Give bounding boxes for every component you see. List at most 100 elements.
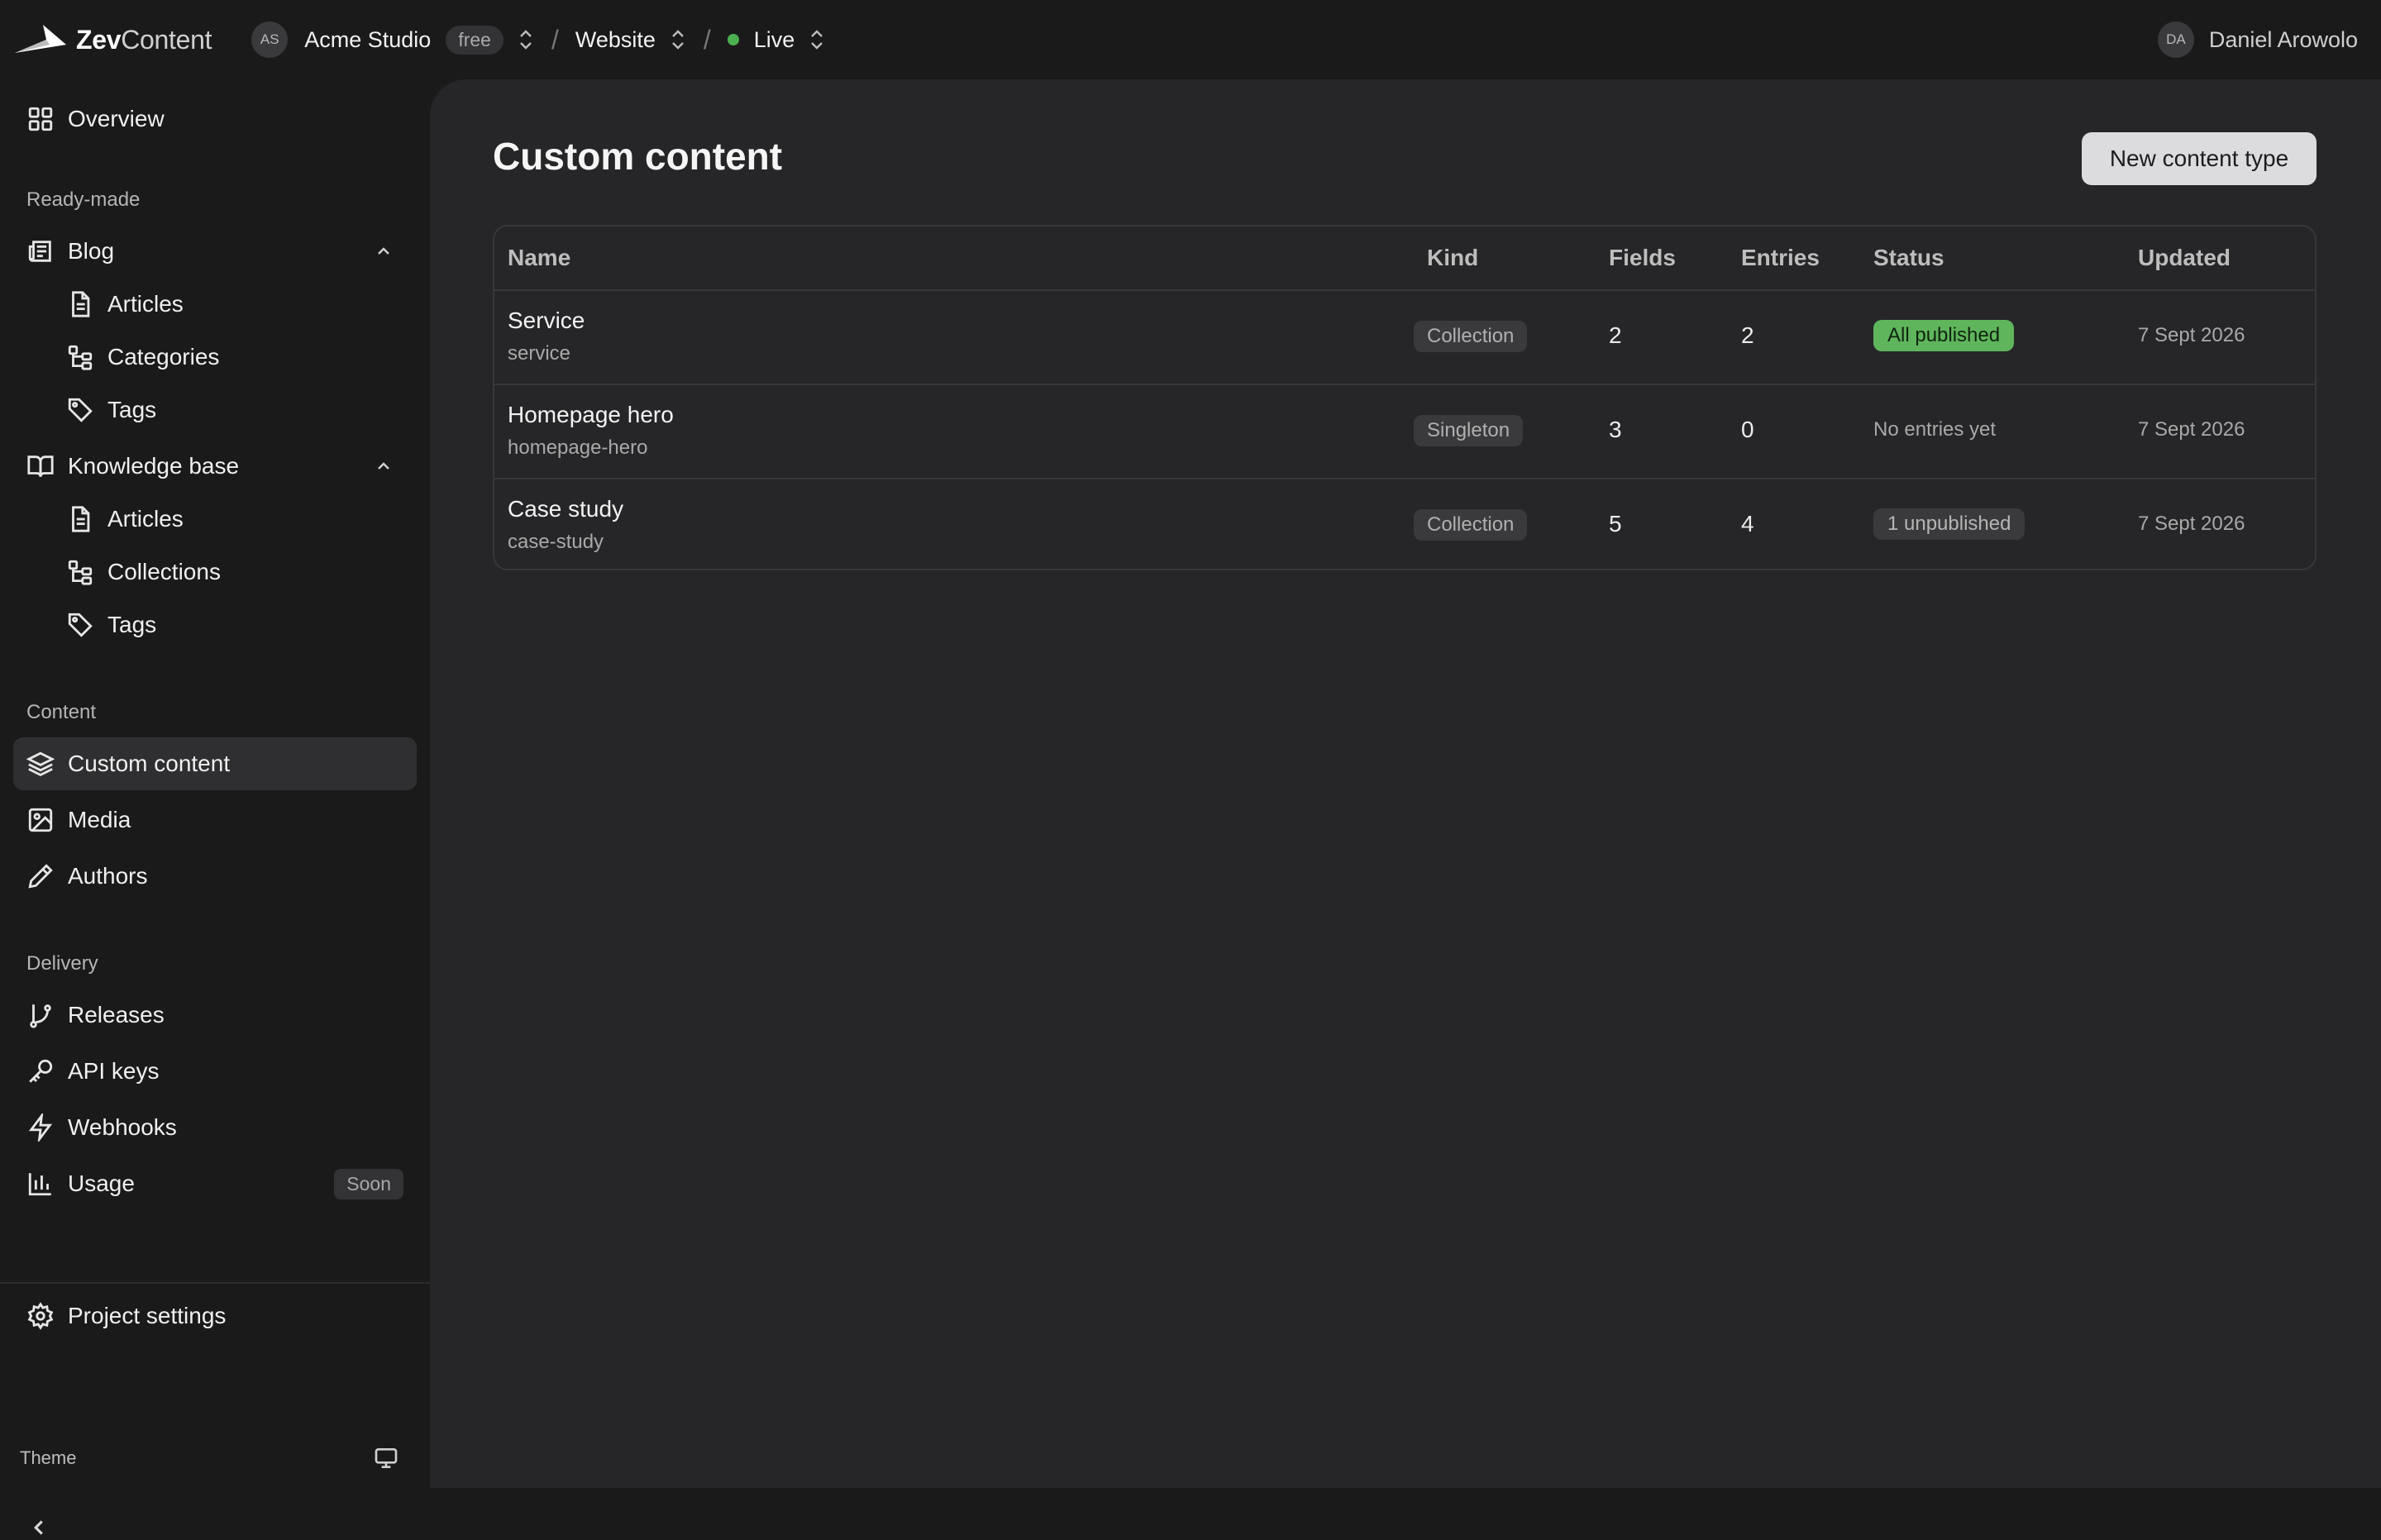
column-header-kind: Kind <box>1427 245 1479 270</box>
brand-name: ZevContent <box>76 24 212 55</box>
monitor-icon[interactable] <box>373 1445 399 1471</box>
sidebar-item-api-keys[interactable]: API keys <box>13 1045 417 1098</box>
kind-badge: Singleton <box>1414 415 1524 446</box>
sidebar-item-label: Overview <box>68 106 165 131</box>
tag-icon <box>68 613 93 637</box>
fields-count: 5 <box>1609 511 1622 536</box>
column-header-fields: Fields <box>1609 245 1676 270</box>
status-text: No entries yet <box>1873 418 1997 441</box>
column-header-updated: Updated <box>2138 245 2231 270</box>
sidebar-item-webhooks[interactable]: Webhooks <box>13 1101 417 1154</box>
gear-icon <box>27 1302 54 1330</box>
plan-badge: free <box>446 25 503 55</box>
table-row[interactable]: Case study case-study Collection 5 4 1 u… <box>494 478 2315 569</box>
sidebar-item-label: Authors <box>68 863 148 889</box>
breadcrumb-separator: / <box>551 24 559 55</box>
grid-icon <box>28 107 53 131</box>
status-badge: 1 unpublished <box>1873 508 2026 540</box>
column-header-name: Name <box>508 245 571 270</box>
page-title: Custom content <box>493 135 783 178</box>
content-type-name[interactable]: Case study <box>508 496 623 522</box>
sidebar-item-blog[interactable]: Blog <box>13 225 417 278</box>
fields-count: 2 <box>1609 322 1622 348</box>
lightning-icon <box>28 1113 53 1142</box>
section-label-content: Content <box>26 701 97 723</box>
chevron-up-icon[interactable] <box>374 241 394 261</box>
user-menu[interactable]: DA Daniel Arowolo <box>2157 0 2358 79</box>
org-avatar: AS <box>251 21 289 58</box>
updated-date: 7 Sept 2026 <box>2138 418 2245 441</box>
content-types-table: Name Kind Fields Entries Status Updated … <box>493 225 2317 570</box>
tree-icon <box>68 560 93 585</box>
brand-logo[interactable]: ZevContent <box>13 0 212 79</box>
kind-badge: Collection <box>1414 321 1528 352</box>
sidebar-item-blog-articles[interactable]: Articles <box>13 278 417 331</box>
entries-count: 0 <box>1741 417 1754 442</box>
project-name[interactable]: Website <box>575 27 656 53</box>
document-icon <box>72 506 90 532</box>
sidebar-item-project-settings[interactable]: Project settings <box>13 1290 417 1342</box>
sidebar-item-overview[interactable]: Overview <box>13 93 417 145</box>
sidebar-item-kb-collections[interactable]: Collections <box>13 546 417 598</box>
entries-count: 4 <box>1741 511 1754 536</box>
theme-label: Theme <box>20 1447 77 1468</box>
top-bar: ZevContent AS Acme Studio free / Website… <box>0 0 2381 79</box>
sidebar-item-custom-content[interactable]: Custom content <box>13 737 417 790</box>
column-header-entries: Entries <box>1741 245 1820 270</box>
content-type-name[interactable]: Homepage hero <box>508 402 674 428</box>
fields-count: 3 <box>1609 417 1622 442</box>
status-badge: All published <box>1873 320 2015 351</box>
key-icon <box>29 1059 53 1083</box>
sidebar-item-label: Webhooks <box>68 1114 177 1140</box>
sidebar-item-releases[interactable]: Releases <box>13 989 417 1042</box>
breadcrumb-separator: / <box>703 24 711 55</box>
new-content-type-button[interactable]: New content type <box>2082 132 2317 185</box>
sidebar-item-label: Articles <box>107 291 184 317</box>
sidebar-item-label: Articles <box>107 506 184 532</box>
entries-count: 2 <box>1741 322 1754 348</box>
updated-date: 7 Sept 2026 <box>2138 513 2245 535</box>
org-name[interactable]: Acme Studio <box>304 27 431 53</box>
soon-badge: Soon <box>334 1169 403 1199</box>
sidebar-item-label: Knowledge base <box>68 453 240 479</box>
tag-icon <box>68 398 93 422</box>
bar-chart-icon <box>28 1173 51 1196</box>
chevron-left-icon[interactable] <box>26 1515 51 1540</box>
sidebar-item-kb-articles[interactable]: Articles <box>13 493 417 546</box>
logo-arrow-icon <box>15 25 66 53</box>
image-icon <box>28 808 53 832</box>
project-switcher-chevron-icon[interactable] <box>669 28 687 51</box>
org-switcher-chevron-icon[interactable] <box>517 28 535 51</box>
newspaper-icon <box>28 241 51 262</box>
main-content: Custom content New content type Name Kin… <box>430 79 2381 1488</box>
sidebar-item-usage[interactable]: Usage Soon <box>13 1157 417 1210</box>
sidebar: Overview Ready-made Blog Articles Catego… <box>0 79 430 1535</box>
content-type-slug: case-study <box>508 531 604 553</box>
table-row[interactable]: Service service Collection 2 2 All publi… <box>494 289 2315 385</box>
book-open-icon <box>27 455 54 478</box>
column-header-status: Status <box>1873 245 1944 270</box>
sidebar-item-blog-categories[interactable]: Categories <box>13 331 417 384</box>
sidebar-item-label: Project settings <box>68 1303 227 1328</box>
breadcrumb: AS Acme Studio free / Website / Live <box>251 0 826 79</box>
sidebar-item-label: Custom content <box>68 751 231 776</box>
environment-name[interactable]: Live <box>754 27 795 53</box>
environment-switcher-chevron-icon[interactable] <box>808 28 826 51</box>
sidebar-item-media[interactable]: Media <box>13 794 417 846</box>
sidebar-item-knowledge-base[interactable]: Knowledge base <box>13 440 417 493</box>
layers-icon <box>26 751 55 777</box>
sidebar-item-label: API keys <box>68 1058 160 1084</box>
sidebar-item-label: Releases <box>68 1002 165 1027</box>
content-type-slug: service <box>508 342 571 365</box>
sidebar-item-blog-tags[interactable]: Tags <box>13 384 417 436</box>
table-row[interactable]: Homepage hero homepage-hero Singleton 3 … <box>494 384 2315 479</box>
content-type-slug: homepage-hero <box>508 436 648 459</box>
sidebar-item-label: Media <box>68 807 131 832</box>
user-avatar: DA <box>2157 21 2194 58</box>
chevron-up-icon[interactable] <box>374 456 394 476</box>
sidebar-item-kb-tags[interactable]: Tags <box>13 598 417 651</box>
pen-icon <box>28 864 53 889</box>
content-type-name[interactable]: Service <box>508 308 585 334</box>
sidebar-item-label: Collections <box>107 559 221 584</box>
sidebar-item-authors[interactable]: Authors <box>13 850 417 903</box>
